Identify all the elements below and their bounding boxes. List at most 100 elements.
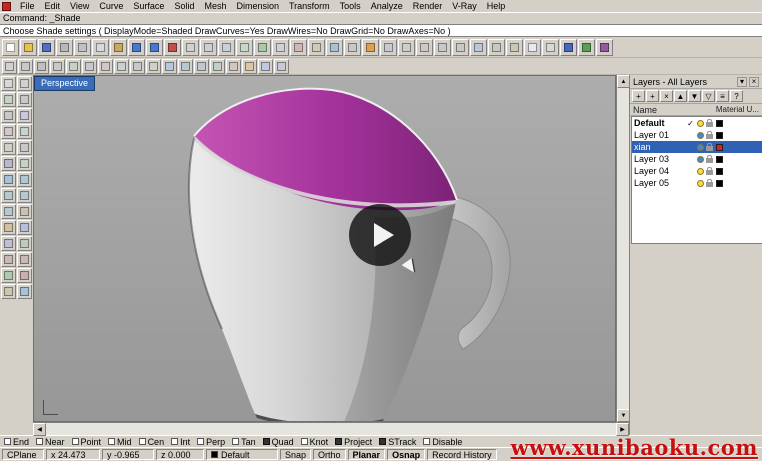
undo-icon[interactable]: [128, 39, 145, 56]
osnap-end[interactable]: End: [4, 437, 29, 447]
menu-dimension[interactable]: Dimension: [231, 1, 284, 11]
menu-edit[interactable]: Edit: [40, 1, 66, 11]
osnap-mid[interactable]: Mid: [108, 437, 132, 447]
loft-tool-icon[interactable]: [17, 172, 32, 187]
trim-icon[interactable]: [380, 39, 397, 56]
layer-visibility-icon[interactable]: [697, 144, 704, 151]
new-sublayer-icon[interactable]: +: [646, 90, 659, 102]
menu-render[interactable]: Render: [408, 1, 448, 11]
cylinder-icon[interactable]: [274, 59, 289, 74]
menu-transform[interactable]: Transform: [284, 1, 335, 11]
points-icon[interactable]: [2, 59, 17, 74]
menu-analyze[interactable]: Analyze: [366, 1, 408, 11]
line-tool-icon[interactable]: [17, 92, 32, 107]
cylinder-tool-icon[interactable]: [1, 236, 16, 251]
toggle-ortho[interactable]: Ortho: [313, 449, 346, 460]
extend-icon[interactable]: [416, 39, 433, 56]
osnap-near[interactable]: Near: [36, 437, 65, 447]
osnap-int[interactable]: Int: [171, 437, 190, 447]
panel-close-icon[interactable]: ×: [749, 77, 759, 87]
boolean-union-icon[interactable]: [1, 252, 16, 267]
rotate-icon[interactable]: [290, 39, 307, 56]
open-file-icon[interactable]: [20, 39, 37, 56]
lock-icon[interactable]: [506, 39, 523, 56]
fillet-icon[interactable]: [434, 39, 451, 56]
osnap-quad-checkbox[interactable]: [263, 438, 270, 445]
filter-layers-icon[interactable]: ▽: [702, 90, 715, 102]
rotate-tool-icon[interactable]: [17, 268, 32, 283]
line-icon[interactable]: [34, 59, 49, 74]
toggle-osnap[interactable]: Osnap: [387, 449, 425, 460]
arc-tool-icon[interactable]: [1, 124, 16, 139]
properties-icon[interactable]: [542, 39, 559, 56]
rotate-view-icon[interactable]: [236, 39, 253, 56]
layer-lock-icon[interactable]: [706, 170, 713, 175]
box-tool-icon[interactable]: [1, 220, 16, 235]
move-layer-down-icon[interactable]: ▼: [688, 90, 701, 102]
array-icon[interactable]: [470, 39, 487, 56]
scroll-left-icon[interactable]: ◀: [33, 423, 46, 436]
circle-tool-icon[interactable]: [17, 108, 32, 123]
point-tool-icon[interactable]: [17, 76, 32, 91]
menu-view[interactable]: View: [65, 1, 94, 11]
osnap-disable[interactable]: Disable: [423, 437, 462, 447]
rectangle-tool-icon[interactable]: [1, 140, 16, 155]
layer-row-layer-04[interactable]: Layer 04: [632, 165, 762, 177]
revolve-icon[interactable]: [194, 59, 209, 74]
osnap-cen[interactable]: Cen: [139, 437, 165, 447]
osnap-point-checkbox[interactable]: [72, 438, 79, 445]
layer-dialog-icon[interactable]: [524, 39, 541, 56]
layer-row-layer-05[interactable]: Layer 05: [632, 177, 762, 189]
osnap-knot[interactable]: Knot: [301, 437, 329, 447]
surface-icon[interactable]: [162, 59, 177, 74]
move-layer-up-icon[interactable]: ▲: [674, 90, 687, 102]
osnap-strack[interactable]: STrack: [379, 437, 416, 447]
select-tool-icon[interactable]: [1, 76, 16, 91]
polyline-tool-icon[interactable]: [1, 108, 16, 123]
pan-view-icon[interactable]: [182, 39, 199, 56]
osnap-end-checkbox[interactable]: [4, 438, 11, 445]
layer-visibility-icon[interactable]: [697, 156, 704, 163]
mirror-icon[interactable]: [326, 39, 343, 56]
vertical-scroll-track[interactable]: [617, 88, 629, 409]
osnap-tan-checkbox[interactable]: [232, 438, 239, 445]
box-icon[interactable]: [242, 59, 257, 74]
render-icon[interactable]: [560, 39, 577, 56]
layer-row-default[interactable]: Default✓: [632, 117, 762, 129]
arc-icon[interactable]: [98, 59, 113, 74]
layer-lock-icon[interactable]: [706, 134, 713, 139]
osnap-near-checkbox[interactable]: [36, 438, 43, 445]
toggle-snap[interactable]: Snap: [280, 449, 311, 460]
polyline-icon[interactable]: [50, 59, 65, 74]
shade-icon[interactable]: [596, 39, 613, 56]
mirror-tool-icon[interactable]: [17, 284, 32, 299]
offset-icon[interactable]: [452, 39, 469, 56]
split-icon[interactable]: [398, 39, 415, 56]
osnap-quad[interactable]: Quad: [263, 437, 294, 447]
osnap-project-checkbox[interactable]: [335, 438, 342, 445]
osnap-knot-checkbox[interactable]: [301, 438, 308, 445]
toggle-record-history[interactable]: Record History: [427, 449, 497, 460]
curve-edit-icon[interactable]: [17, 156, 32, 171]
copy-object-icon[interactable]: [272, 39, 289, 56]
zoom-window-icon[interactable]: [200, 39, 217, 56]
layer-visibility-icon[interactable]: [697, 132, 704, 139]
menu-tools[interactable]: Tools: [335, 1, 366, 11]
osnap-tan[interactable]: Tan: [232, 437, 256, 447]
layer-color-swatch[interactable]: [716, 156, 723, 163]
layer-tools-icon[interactable]: ≡: [716, 90, 729, 102]
boolean-difference-icon[interactable]: [17, 252, 32, 267]
menu-file[interactable]: File: [15, 1, 40, 11]
move-tool-icon[interactable]: [1, 268, 16, 283]
layer-color-swatch[interactable]: [716, 168, 723, 175]
circle-icon[interactable]: [82, 59, 97, 74]
loft-icon[interactable]: [178, 59, 193, 74]
layer-help-icon[interactable]: ?: [730, 90, 743, 102]
osnap-cen-checkbox[interactable]: [139, 438, 146, 445]
layer-visibility-icon[interactable]: [697, 168, 704, 175]
sphere-icon[interactable]: [258, 59, 273, 74]
ellipse-tool-icon[interactable]: [17, 124, 32, 139]
sweep2-tool-icon[interactable]: [1, 204, 16, 219]
command-prompt[interactable]: Choose Shade settings ( DisplayMode=Shad…: [0, 24, 762, 37]
point-cloud-icon[interactable]: [18, 59, 33, 74]
